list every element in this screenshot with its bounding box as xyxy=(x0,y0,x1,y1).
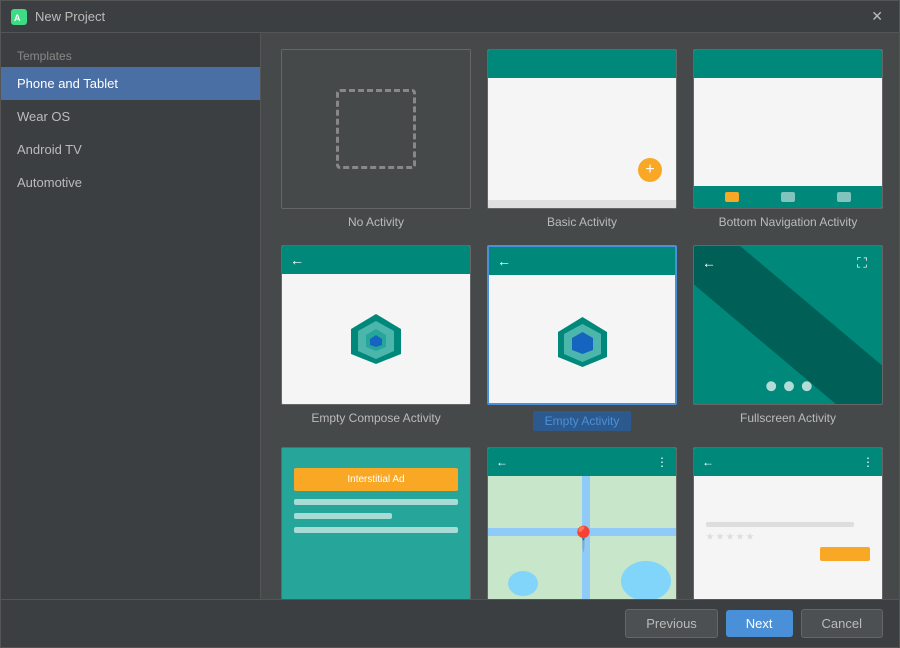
sidebar-item-automotive[interactable]: Automotive xyxy=(1,166,260,199)
fab-button-icon: + xyxy=(638,158,662,182)
compose-content xyxy=(282,274,470,404)
star-1 xyxy=(706,533,714,541)
svg-text:A: A xyxy=(14,13,21,23)
map-content: 📍 xyxy=(488,476,676,599)
dashed-box-icon xyxy=(336,89,416,169)
template-maps[interactable]: ← ⋮ 📍 Google Maps Ac xyxy=(487,447,677,599)
phone-content: + xyxy=(488,78,676,200)
nav-dot-1 xyxy=(725,192,739,202)
templates-grid: No Activity + Basic Activity xyxy=(281,49,879,599)
nav-dot-3 xyxy=(837,192,851,202)
bottom-nav-thumbnail xyxy=(693,49,883,209)
settings-bar: ← ⋮ xyxy=(694,448,882,476)
ad-thumbnail: Interstitial Ad xyxy=(281,447,471,599)
template-empty-compose[interactable]: ← Empty Com xyxy=(281,245,471,431)
back-arrow-icon: ← xyxy=(290,252,304,268)
basic-activity-label: Basic Activity xyxy=(547,215,617,229)
no-activity-label: No Activity xyxy=(348,215,404,229)
fullscreen-thumbnail: ← ⛶ xyxy=(693,245,883,405)
template-no-activity[interactable]: No Activity xyxy=(281,49,471,229)
map-back-icon: ← xyxy=(496,455,508,469)
template-fullscreen[interactable]: ← ⛶ Fullscreen Activity xyxy=(693,245,883,431)
templates-section-label: Templates xyxy=(1,41,260,67)
android-logo-icon xyxy=(555,312,610,367)
ad-line-2 xyxy=(294,513,392,519)
map-menu-icon: ⋮ xyxy=(656,455,668,469)
empty-compose-thumbnail: ← xyxy=(281,245,471,405)
map-pin-icon: 📍 xyxy=(569,525,599,554)
no-activity-thumbnail xyxy=(281,49,471,209)
star-2 xyxy=(716,533,724,541)
template-basic-activity[interactable]: + Basic Activity xyxy=(487,49,677,229)
settings-content xyxy=(694,476,882,599)
settings-action-button xyxy=(820,547,870,561)
empty-back-icon: ← xyxy=(497,253,511,269)
fullscreen-label: Fullscreen Activity xyxy=(740,411,836,425)
template-settings[interactable]: ← ⋮ xyxy=(693,447,883,599)
nav-dot-2 xyxy=(781,192,795,202)
phone-bottom xyxy=(488,200,676,208)
basic-activity-thumbnail: + xyxy=(487,49,677,209)
map-water xyxy=(621,561,671,599)
nav-content xyxy=(694,78,882,186)
fullscreen-svg: ← ⛶ xyxy=(694,246,882,404)
empty-activity-thumbnail: ← xyxy=(487,245,677,405)
settings-stars xyxy=(706,533,870,541)
empty-compose-label: Empty Compose Activity xyxy=(311,411,440,425)
previous-button[interactable]: Previous xyxy=(625,609,718,638)
star-5 xyxy=(746,533,754,541)
window-title: New Project xyxy=(35,9,865,24)
settings-line-1 xyxy=(706,522,854,527)
close-button[interactable]: ✕ xyxy=(865,6,889,27)
ad-line-3 xyxy=(294,527,458,533)
cancel-button[interactable]: Cancel xyxy=(801,609,883,638)
ad-line-1 xyxy=(294,499,458,505)
template-interstitial-ad[interactable]: Interstitial Ad Interstitial Ad Activity xyxy=(281,447,471,599)
empty-content xyxy=(489,275,675,403)
empty-activity-label: Empty Activity xyxy=(533,411,632,431)
sidebar-item-phone-tablet[interactable]: Phone and Tablet xyxy=(1,67,260,100)
next-button[interactable]: Next xyxy=(726,610,793,637)
sidebar-item-wear-os[interactable]: Wear OS xyxy=(1,100,260,133)
bottom-nav-label: Bottom Navigation Activity xyxy=(719,215,858,229)
bottom-bar xyxy=(694,186,882,208)
star-3 xyxy=(726,533,734,541)
sidebar-item-android-tv[interactable]: Android TV xyxy=(1,133,260,166)
sidebar: Templates Phone and Tablet Wear OS Andro… xyxy=(1,33,261,599)
android-studio-icon: A xyxy=(11,9,27,25)
phone-bar xyxy=(488,50,676,78)
map-water-2 xyxy=(508,571,538,596)
dialog-footer: Previous Next Cancel xyxy=(1,599,899,647)
empty-bar: ← xyxy=(489,247,675,275)
top-bar xyxy=(694,50,882,78)
new-project-dialog: A New Project ✕ Templates Phone and Tabl… xyxy=(0,0,900,648)
map-bar: ← ⋮ xyxy=(488,448,676,476)
templates-content-area: No Activity + Basic Activity xyxy=(261,33,899,599)
compose-logo-icon xyxy=(346,309,406,369)
ad-banner: Interstitial Ad xyxy=(294,468,458,491)
template-empty-activity[interactable]: ← Empty Activity xyxy=(487,245,677,431)
star-4 xyxy=(736,533,744,541)
main-content: Templates Phone and Tablet Wear OS Andro… xyxy=(1,33,899,599)
maps-thumbnail: ← ⋮ 📍 xyxy=(487,447,677,599)
template-bottom-nav[interactable]: Bottom Navigation Activity xyxy=(693,49,883,229)
compose-bar: ← xyxy=(282,246,470,274)
title-bar: A New Project ✕ xyxy=(1,1,899,33)
svg-text:←: ← xyxy=(702,255,716,271)
settings-thumbnail: ← ⋮ xyxy=(693,447,883,599)
settings-back-icon: ← xyxy=(702,455,714,469)
svg-text:⛶: ⛶ xyxy=(857,255,867,271)
settings-menu-icon: ⋮ xyxy=(862,455,874,469)
